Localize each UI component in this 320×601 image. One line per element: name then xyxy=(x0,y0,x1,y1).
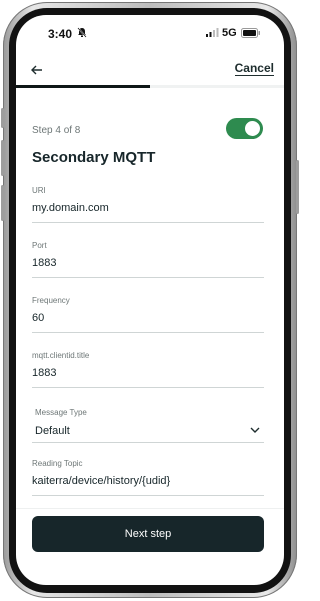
reading-topic-label: Reading Topic xyxy=(32,459,83,468)
progress-bar xyxy=(16,85,284,88)
bell-slash-icon xyxy=(77,27,87,38)
port-input[interactable]: 1883 xyxy=(32,255,264,271)
reading-topic-input[interactable]: kaiterra/device/history/{udid} xyxy=(32,473,264,489)
uri-label: URI xyxy=(32,186,46,195)
status-time: 3:40 xyxy=(48,27,73,41)
uri-underline xyxy=(32,222,264,223)
enable-toggle[interactable] xyxy=(226,118,263,139)
battery-icon xyxy=(241,28,260,38)
network-type: 5G xyxy=(222,27,237,39)
next-step-button[interactable]: Next step xyxy=(32,516,264,552)
footer-divider xyxy=(16,508,284,509)
step-indicator: Step 4 of 8 xyxy=(32,125,81,136)
back-arrow-icon[interactable] xyxy=(30,63,44,77)
message-type-label: Message Type xyxy=(35,408,87,417)
client-id-label: mqtt.clientid.title xyxy=(32,351,90,360)
phone-volume-down-button xyxy=(1,185,4,221)
frequency-underline xyxy=(32,332,264,333)
uri-input[interactable]: my.domain.com xyxy=(32,200,264,216)
phone-side-button xyxy=(1,108,4,128)
message-type-value: Default xyxy=(35,425,70,437)
client-id-underline xyxy=(32,387,264,388)
message-type-underline xyxy=(32,442,264,443)
port-underline xyxy=(32,277,264,278)
uri-field[interactable]: URI my.domain.com xyxy=(32,186,264,223)
frequency-label: Frequency xyxy=(32,296,70,305)
phone-volume-up-button xyxy=(1,140,4,176)
progress-bar-fill xyxy=(16,85,150,88)
message-type-select[interactable]: Message Type Default xyxy=(32,408,264,443)
status-bar: 3:40 5G xyxy=(16,15,284,51)
chevron-down-icon[interactable] xyxy=(250,427,260,433)
cancel-button[interactable]: Cancel xyxy=(234,61,274,76)
phone-power-button xyxy=(296,160,299,214)
reading-topic-field[interactable]: Reading Topic kaiterra/device/history/{u… xyxy=(32,459,264,496)
frequency-field[interactable]: Frequency 60 xyxy=(32,296,264,333)
frequency-input[interactable]: 60 xyxy=(32,310,264,326)
toggle-knob xyxy=(245,121,260,136)
port-label: Port xyxy=(32,241,47,250)
app-screen: 3:40 5G Cancel Step 4 of 8 Secondary MQT… xyxy=(16,15,284,585)
client-id-input[interactable]: 1883 xyxy=(32,365,264,381)
signal-icon xyxy=(206,28,219,37)
message-type-row[interactable]: Default xyxy=(32,421,264,439)
port-field[interactable]: Port 1883 xyxy=(32,241,264,278)
reading-topic-underline xyxy=(32,495,264,496)
page-title: Secondary MQTT xyxy=(32,149,156,166)
client-id-field[interactable]: mqtt.clientid.title 1883 xyxy=(32,351,264,388)
